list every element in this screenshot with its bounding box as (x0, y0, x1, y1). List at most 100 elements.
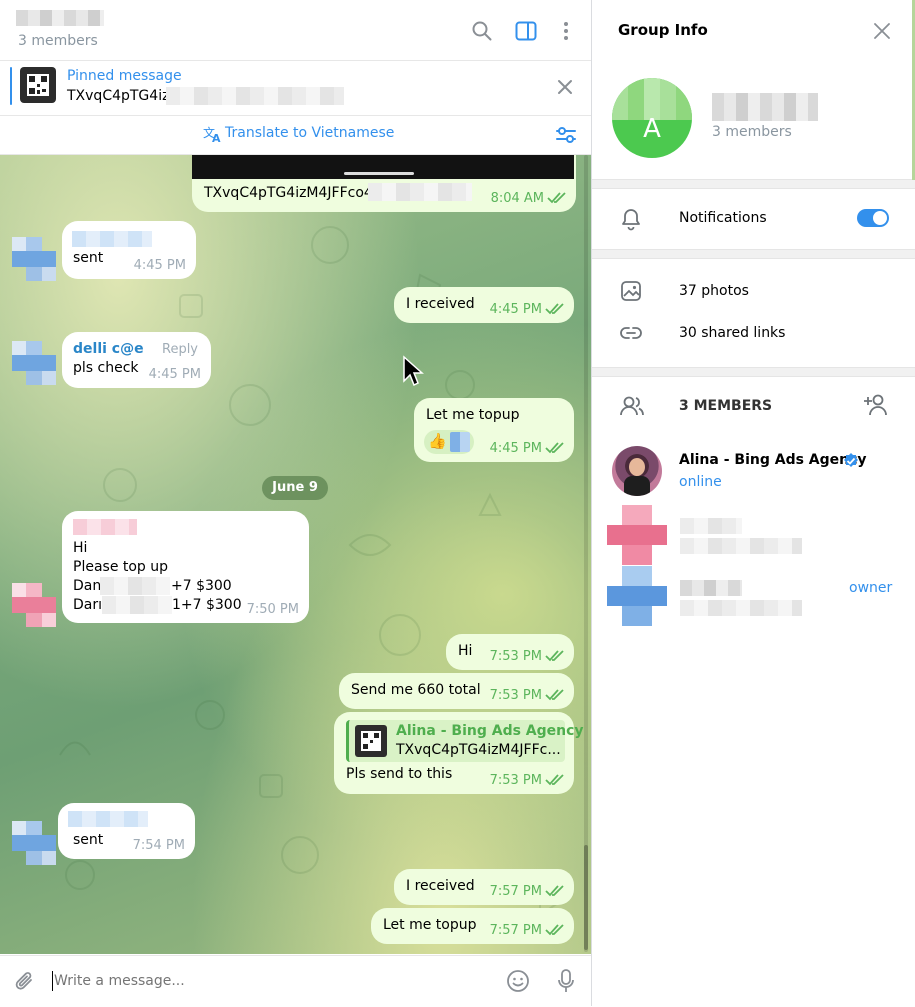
close-pinned-icon[interactable] (551, 73, 579, 101)
photo-icon (620, 280, 642, 306)
message-time: 7:53 PM (489, 649, 542, 664)
message-text: Let me topup (426, 407, 520, 423)
scrollbar-thumb[interactable] (584, 845, 588, 950)
member-row[interactable]: Alina - Bing Ads Agency online (592, 443, 915, 499)
reply-button[interactable]: Reply (162, 342, 198, 357)
message-line: Darı (73, 597, 103, 613)
quote-sender: Alina - Bing Ads Agency (396, 723, 584, 739)
more-menu-icon[interactable] (552, 17, 580, 45)
qr-code-thumbnail (20, 67, 56, 103)
notifications-row[interactable]: Notifications (592, 190, 915, 248)
message-bubble-out[interactable]: Let me topup 7:57 PM (371, 908, 574, 944)
members-count-label: 3 MEMBERS (679, 398, 773, 414)
read-ticks-icon (545, 774, 564, 786)
message-bubble-out[interactable]: I received 7:57 PM (394, 869, 574, 905)
scrollbar-track[interactable] (584, 155, 588, 952)
bell-icon (620, 207, 642, 235)
close-icon[interactable] (868, 17, 896, 45)
members-icon (619, 395, 645, 421)
avatar[interactable] (12, 821, 56, 865)
chat-title-redacted (16, 10, 104, 26)
pinned-text-redacted (166, 87, 344, 105)
read-ticks-icon (547, 192, 566, 204)
member-role-badge: owner (849, 580, 893, 596)
group-members-count: 3 members (712, 124, 792, 140)
sender-name[interactable]: delli c@e (73, 341, 144, 357)
quoted-message[interactable]: Alina - Bing Ads Agency TXvqC4pTG4izM4JF… (346, 720, 584, 762)
chat-header[interactable]: 3 members (0, 0, 591, 61)
redacted-text (102, 596, 172, 614)
message-time: 7:53 PM (489, 773, 542, 788)
message-bubble-out[interactable]: Let me topup 👍 4:45 PM (414, 398, 574, 462)
svg-text:A: A (212, 132, 221, 143)
message-text: Pls send to this (346, 766, 453, 782)
message-bubble-in[interactable]: sent 4:45 PM (62, 221, 196, 279)
reaction-chip[interactable]: 👍 (424, 430, 474, 454)
member-name-redacted (680, 518, 742, 534)
message-bubble-out[interactable]: TXvqC4pTG4izM4JFFco4etS 8:04 AM (192, 155, 576, 212)
message-composer[interactable] (0, 955, 591, 1007)
message-time: 7:53 PM (489, 688, 542, 703)
member-name: Alina - Bing Ads Agency (679, 452, 867, 468)
read-ticks-icon (545, 885, 564, 897)
member-avatar-redacted[interactable] (607, 566, 667, 626)
message-time: 4:45 PM (133, 258, 186, 273)
message-text: sent (73, 250, 104, 266)
message-time: 7:57 PM (489, 923, 542, 938)
image-handle (344, 172, 414, 175)
sender-name-redacted (73, 519, 137, 535)
translate-bar[interactable]: 文A Translate to Vietnamese (0, 116, 591, 155)
message-list[interactable]: TXvqC4pTG4izM4JFFco4etS 8:04 AM sent 4:4… (0, 155, 591, 954)
search-icon[interactable] (468, 17, 496, 45)
toggle-knob (873, 211, 887, 225)
member-status: online (679, 474, 722, 490)
message-bubble-in[interactable]: Hi Please top up Dan +7 $300 Darı 1+7 $3… (62, 511, 309, 623)
text-caret (52, 971, 53, 991)
avatar[interactable] (12, 237, 56, 281)
mouse-cursor-icon (403, 355, 424, 387)
reactor-avatar (450, 432, 470, 452)
message-time: 7:54 PM (132, 838, 185, 853)
add-member-icon[interactable] (864, 393, 890, 421)
message-bubble-out[interactable]: Send me 660 total 7:53 PM (339, 673, 574, 709)
pinned-title: Pinned message (67, 68, 182, 84)
avatar[interactable] (12, 583, 56, 627)
section-divider (592, 249, 915, 259)
sender-name-redacted (72, 231, 152, 247)
message-bubble-in[interactable]: delli c@e Reply pls check 4:45 PM (62, 332, 211, 388)
links-row[interactable]: 30 shared links (592, 312, 915, 354)
read-ticks-icon (545, 689, 564, 701)
photos-row[interactable]: 37 photos (592, 270, 915, 312)
microphone-icon[interactable] (552, 967, 580, 995)
notifications-toggle[interactable] (857, 209, 889, 227)
message-bubble-in[interactable]: sent 7:54 PM (58, 803, 195, 859)
member-avatar[interactable] (612, 446, 662, 496)
message-input[interactable] (54, 968, 474, 994)
member-avatar-redacted[interactable] (607, 505, 667, 565)
message-bubble-out[interactable]: Alina - Bing Ads Agency TXvqC4pTG4izM4JF… (334, 712, 584, 794)
translate-label[interactable]: Translate to Vietnamese (225, 125, 394, 141)
message-bubble-out[interactable]: Hi 7:53 PM (446, 634, 574, 670)
pinned-indicator (10, 67, 12, 105)
message-text: I received (406, 878, 475, 894)
message-bubble-out[interactable]: I received 4:45 PM (394, 287, 574, 323)
message-time: 8:04 AM (490, 191, 544, 206)
read-ticks-icon (545, 650, 564, 662)
verified-icon (842, 452, 860, 474)
pinned-message-bar[interactable]: Pinned message TXvqC4pTG4izl (0, 61, 591, 116)
message-line: Dan (73, 578, 102, 594)
avatar[interactable] (12, 341, 56, 385)
group-avatar[interactable]: A (612, 78, 692, 158)
read-ticks-icon (545, 924, 564, 936)
quote-text: TXvqC4pTG4izM4JFFc... (396, 742, 561, 758)
emoji-icon[interactable] (504, 967, 532, 995)
avatar-letter: A (643, 114, 661, 144)
group-info-panel: Group Info A 3 members (592, 0, 915, 1006)
message-time: 4:45 PM (489, 302, 542, 317)
translate-settings-icon[interactable] (552, 121, 580, 149)
attach-icon[interactable] (11, 967, 39, 995)
member-status-redacted (680, 538, 802, 554)
panel-title: Group Info (618, 21, 708, 39)
reaction-emoji: 👍 (428, 432, 447, 450)
sidebar-toggle-icon[interactable] (512, 17, 540, 45)
